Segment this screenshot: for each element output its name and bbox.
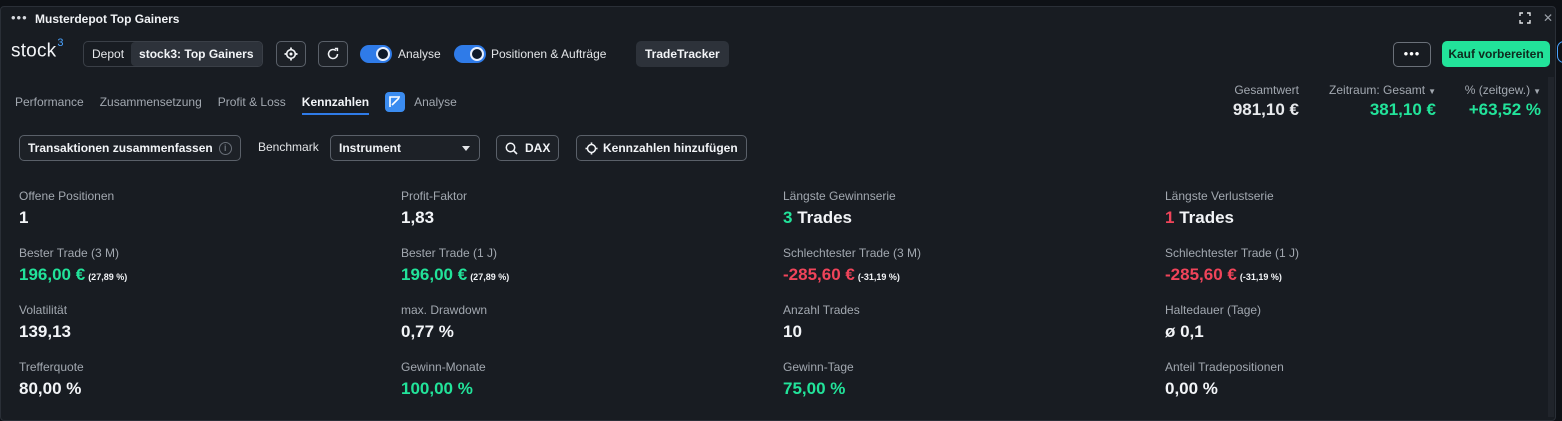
depot-label: Depot xyxy=(92,47,125,61)
add-metrics-button[interactable]: Kennzahlen hinzufügen xyxy=(576,135,747,161)
tab-analyse[interactable]: Analyse xyxy=(385,91,473,115)
title-bar: ••• Musterdepot Top Gainers ✕ xyxy=(1,7,1555,29)
dropdown-arrow-icon xyxy=(462,146,470,151)
metric-open-positions: Offene Positionen 1 xyxy=(19,189,115,227)
add-metrics-label: Kennzahlen hinzufügen xyxy=(603,141,738,155)
metric-profit-factor: Profit-Faktor 1,83 xyxy=(401,189,468,227)
caret-down-icon[interactable]: ▼ xyxy=(1428,87,1436,96)
gear-icon xyxy=(284,47,298,61)
metric-volatility: Volatilität 139,13 xyxy=(19,303,71,341)
depot-window: ••• Musterdepot Top Gainers ✕ stock3 Dep… xyxy=(0,6,1562,421)
analyse-icon xyxy=(385,92,406,112)
tab-kennzahlen[interactable]: Kennzahlen xyxy=(301,91,370,115)
analyse-toggle-label: Analyse xyxy=(398,47,441,61)
more-options-button[interactable]: ••• xyxy=(1393,42,1431,67)
total-value: 981,10 € xyxy=(1232,100,1299,119)
total-value-summary: Gesamtwert 981,10 € xyxy=(1189,83,1299,120)
metric-longest-win-streak: Längste Gewinnserie 3 Trades xyxy=(783,189,896,227)
info-icon[interactable]: i xyxy=(218,141,232,155)
metric-worst-trade-1y: Schlechtester Trade (1 J) -285,60 € (-31,… xyxy=(1165,246,1300,284)
summarize-transactions-label: Transaktionen zusammenfassen xyxy=(28,141,213,155)
refresh-button[interactable] xyxy=(318,41,348,67)
search-icon xyxy=(505,142,518,155)
dax-label: DAX xyxy=(525,141,551,155)
metric-winning-days: Gewinn-Tage 75,00 % xyxy=(783,360,854,398)
tab-analyse-label: Analyse xyxy=(414,95,457,109)
dax-search-button[interactable]: DAX xyxy=(496,135,560,161)
tab-profit-loss[interactable]: Profit & Loss xyxy=(218,91,286,115)
metric-holding-period: Haltedauer (Tage) ø 0,1 xyxy=(1165,303,1262,341)
metric-max-drawdown: max. Drawdown 0,77 % xyxy=(401,303,488,341)
summarize-transactions-button[interactable]: Transaktionen zusammenfassen i xyxy=(19,135,241,161)
period-value: 381,10 € xyxy=(1369,100,1436,119)
metric-best-trade-1y: Bester Trade (1 J) 196,00 € (27,89 %) xyxy=(401,246,510,284)
tradetracker-button[interactable]: TradeTracker xyxy=(636,41,729,67)
caret-down-icon[interactable]: ▼ xyxy=(1533,87,1541,96)
metric-winning-months: Gewinn-Monate 100,00 % xyxy=(401,360,486,398)
metric-worst-trade-3m: Schlechtester Trade (3 M) -285,60 € (-31,… xyxy=(783,246,922,284)
window-title: Musterdepot Top Gainers xyxy=(35,12,180,26)
refresh-icon xyxy=(327,47,339,60)
total-value-label: Gesamtwert xyxy=(1234,83,1299,97)
tab-bar: Performance Zusammensetzung Profit & Los… xyxy=(15,91,473,117)
metric-longest-loss-streak: Längste Verlustserie 1 Trades xyxy=(1165,189,1274,227)
metric-best-trade-3m: Bester Trade (3 M) 196,00 € (27,89 %) xyxy=(19,246,128,284)
side-panel-handle[interactable] xyxy=(1557,41,1562,63)
period-summary[interactable]: Zeitraum: Gesamt ▼ 381,10 € xyxy=(1311,83,1436,120)
fullscreen-icon[interactable] xyxy=(1519,12,1531,24)
period-label[interactable]: Zeitraum: Gesamt xyxy=(1329,83,1425,97)
percent-value: +63,52 % xyxy=(1468,100,1541,119)
scrollbar[interactable] xyxy=(1548,77,1554,417)
metric-trade-count: Anzahl Trades 10 xyxy=(783,303,860,341)
analyse-toggle[interactable] xyxy=(360,45,392,63)
benchmark-label: Benchmark xyxy=(258,140,319,154)
percent-summary[interactable]: % (zeitgew.) ▼ +63,52 % xyxy=(1441,83,1541,120)
percent-label[interactable]: % (zeitgew.) xyxy=(1465,83,1530,97)
tab-performance[interactable]: Performance xyxy=(15,91,84,115)
positions-toggle[interactable] xyxy=(454,45,486,63)
benchmark-select[interactable]: Instrument xyxy=(330,135,480,161)
buy-button[interactable]: Kauf vorbereiten xyxy=(1442,41,1550,67)
window-menu-icon[interactable]: ••• xyxy=(11,10,28,25)
depot-selector[interactable]: Depot stock3: Top Gainers xyxy=(83,41,263,67)
metric-trade-position-share: Anteil Tradepositionen 0,00 % xyxy=(1165,360,1284,398)
positions-toggle-label: Positionen & Aufträge xyxy=(491,47,607,61)
depot-value[interactable]: stock3: Top Gainers xyxy=(131,42,262,66)
benchmark-value: Instrument xyxy=(339,141,402,155)
metric-hit-rate: Trefferquote 80,00 % xyxy=(19,360,84,398)
close-icon[interactable]: ✕ xyxy=(1543,11,1553,25)
gear-icon xyxy=(585,141,598,155)
settings-button[interactable] xyxy=(276,41,306,67)
tab-zusammensetzung[interactable]: Zusammensetzung xyxy=(100,91,202,115)
stock3-logo: stock3 xyxy=(11,37,64,62)
